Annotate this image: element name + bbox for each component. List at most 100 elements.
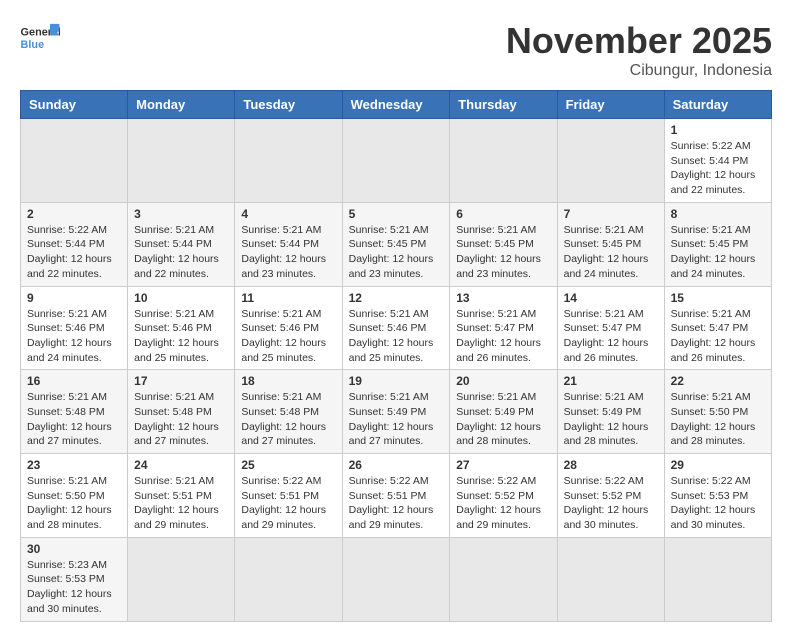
day-number: 12 [349, 291, 444, 305]
calendar-cell: 21Sunrise: 5:21 AM Sunset: 5:49 PM Dayli… [557, 370, 664, 454]
day-number: 25 [241, 458, 335, 472]
calendar-cell: 5 Sunrise: 5:21 AM Sunset: 5:45 PM Daylig… [342, 202, 450, 286]
calendar-cell [342, 119, 450, 203]
calendar-cell [664, 537, 771, 621]
calendar-cell [235, 537, 342, 621]
day-info: Sunrise: 5:23 AM Sunset: 5:53 PM Dayligh… [27, 558, 121, 617]
day-info: Sunrise: 5:21 AM Sunset: 5:49 PM Dayligh… [349, 390, 444, 449]
calendar-cell: 1 Sunrise: 5:22 AM Sunset: 5:44 PM Daylig… [664, 119, 771, 203]
day-info: Sunrise: 5:21 AM Sunset: 5:45 PM Dayligh… [671, 223, 765, 282]
day-info: Sunrise: 5:21 AM Sunset: 5:48 PM Dayligh… [241, 390, 335, 449]
calendar-cell [235, 119, 342, 203]
day-number: 24 [134, 458, 228, 472]
day-info: Sunrise: 5:21 AM Sunset: 5:48 PM Dayligh… [27, 390, 121, 449]
weekday-header-friday: Friday [557, 91, 664, 119]
calendar-cell: 4 Sunrise: 5:21 AM Sunset: 5:44 PM Daylig… [235, 202, 342, 286]
calendar-cell [557, 119, 664, 203]
calendar-cell: 16 Sunrise: 5:21 AM Sunset: 5:48 PM Dayli… [21, 370, 128, 454]
calendar-cell [450, 537, 557, 621]
day-info: Sunrise: 5:21 AM Sunset: 5:47 PM Dayligh… [564, 307, 658, 366]
day-number: 10 [134, 291, 228, 305]
calendar-cell [128, 119, 235, 203]
day-number: 17 [134, 374, 228, 388]
day-info: Sunrise: 5:22 AM Sunset: 5:51 PM Dayligh… [241, 474, 335, 533]
day-info: Sunrise: 5:21 AM Sunset: 5:51 PM Dayligh… [134, 474, 228, 533]
day-info: Sunrise: 5:21 AM Sunset: 5:46 PM Dayligh… [241, 307, 335, 366]
calendar-cell [342, 537, 450, 621]
day-info: Sunrise: 5:21 AM Sunset: 5:50 PM Dayligh… [27, 474, 121, 533]
logo: General Blue [20, 20, 60, 55]
day-number: 28 [564, 458, 658, 472]
logo-icon: General Blue [20, 20, 60, 55]
day-info: Sunrise: 5:21 AM Sunset: 5:50 PM Dayligh… [671, 390, 765, 449]
calendar-week-5: 30 Sunrise: 5:23 AM Sunset: 5:53 PM Dayli… [21, 537, 772, 621]
calendar-cell: 19 Sunrise: 5:21 AM Sunset: 5:49 PM Dayli… [342, 370, 450, 454]
day-info: Sunrise: 5:21 AM Sunset: 5:47 PM Dayligh… [456, 307, 550, 366]
day-number: 30 [27, 542, 121, 556]
day-number: 13 [456, 291, 550, 305]
month-title: November 2025 [506, 20, 772, 62]
day-number: 22 [671, 374, 765, 388]
calendar-cell [128, 537, 235, 621]
day-number: 6 [456, 207, 550, 221]
calendar-cell: 27Sunrise: 5:22 AM Sunset: 5:52 PM Dayli… [450, 454, 557, 538]
calendar-cell: 17 Sunrise: 5:21 AM Sunset: 5:48 PM Dayli… [128, 370, 235, 454]
day-info: Sunrise: 5:21 AM Sunset: 5:47 PM Dayligh… [671, 307, 765, 366]
day-info: Sunrise: 5:22 AM Sunset: 5:44 PM Dayligh… [671, 139, 765, 198]
calendar-cell: 25 Sunrise: 5:22 AM Sunset: 5:51 PM Dayli… [235, 454, 342, 538]
day-number: 21 [564, 374, 658, 388]
day-number: 19 [349, 374, 444, 388]
calendar-cell: 2Sunrise: 5:22 AM Sunset: 5:44 PM Daylig… [21, 202, 128, 286]
day-info: Sunrise: 5:21 AM Sunset: 5:45 PM Dayligh… [564, 223, 658, 282]
calendar-week-2: 9 Sunrise: 5:21 AM Sunset: 5:46 PM Daylig… [21, 286, 772, 370]
day-info: Sunrise: 5:22 AM Sunset: 5:52 PM Dayligh… [456, 474, 550, 533]
calendar-cell: 12Sunrise: 5:21 AM Sunset: 5:46 PM Dayli… [342, 286, 450, 370]
calendar-cell: 28 Sunrise: 5:22 AM Sunset: 5:52 PM Dayli… [557, 454, 664, 538]
day-info: Sunrise: 5:21 AM Sunset: 5:46 PM Dayligh… [27, 307, 121, 366]
calendar-cell: 8 Sunrise: 5:21 AM Sunset: 5:45 PM Daylig… [664, 202, 771, 286]
day-number: 26 [349, 458, 444, 472]
day-info: Sunrise: 5:21 AM Sunset: 5:48 PM Dayligh… [134, 390, 228, 449]
calendar-cell: 11 Sunrise: 5:21 AM Sunset: 5:46 PM Dayli… [235, 286, 342, 370]
day-info: Sunrise: 5:21 AM Sunset: 5:44 PM Dayligh… [241, 223, 335, 282]
calendar-cell: 7 Sunrise: 5:21 AM Sunset: 5:45 PM Daylig… [557, 202, 664, 286]
calendar-cell: 3Sunrise: 5:21 AM Sunset: 5:44 PM Daylig… [128, 202, 235, 286]
weekday-header-sunday: Sunday [21, 91, 128, 119]
weekday-header-saturday: Saturday [664, 91, 771, 119]
day-number: 8 [671, 207, 765, 221]
day-number: 15 [671, 291, 765, 305]
calendar-cell: 9 Sunrise: 5:21 AM Sunset: 5:46 PM Daylig… [21, 286, 128, 370]
weekday-header-monday: Monday [128, 91, 235, 119]
day-number: 4 [241, 207, 335, 221]
day-info: Sunrise: 5:22 AM Sunset: 5:51 PM Dayligh… [349, 474, 444, 533]
calendar-week-3: 16 Sunrise: 5:21 AM Sunset: 5:48 PM Dayli… [21, 370, 772, 454]
day-info: Sunrise: 5:21 AM Sunset: 5:45 PM Dayligh… [349, 223, 444, 282]
location: Cibungur, Indonesia [506, 62, 772, 80]
calendar-cell: 20 Sunrise: 5:21 AM Sunset: 5:49 PM Dayli… [450, 370, 557, 454]
day-number: 29 [671, 458, 765, 472]
day-number: 9 [27, 291, 121, 305]
calendar-cell: 18Sunrise: 5:21 AM Sunset: 5:48 PM Dayli… [235, 370, 342, 454]
weekday-header-tuesday: Tuesday [235, 91, 342, 119]
day-number: 23 [27, 458, 121, 472]
day-number: 2 [27, 207, 121, 221]
calendar-table: SundayMondayTuesdayWednesdayThursdayFrid… [20, 90, 772, 622]
day-number: 5 [349, 207, 444, 221]
day-number: 3 [134, 207, 228, 221]
day-number: 16 [27, 374, 121, 388]
day-number: 11 [241, 291, 335, 305]
day-number: 7 [564, 207, 658, 221]
calendar-cell [21, 119, 128, 203]
day-info: Sunrise: 5:21 AM Sunset: 5:49 PM Dayligh… [456, 390, 550, 449]
calendar-cell [450, 119, 557, 203]
page-header: General Blue November 2025 Cibungur, Ind… [20, 20, 772, 80]
calendar-cell: 15 Sunrise: 5:21 AM Sunset: 5:47 PM Dayli… [664, 286, 771, 370]
day-number: 1 [671, 123, 765, 137]
calendar-week-1: 2Sunrise: 5:22 AM Sunset: 5:44 PM Daylig… [21, 202, 772, 286]
calendar-cell: 22 Sunrise: 5:21 AM Sunset: 5:50 PM Dayli… [664, 370, 771, 454]
day-number: 20 [456, 374, 550, 388]
calendar-cell: 29Sunrise: 5:22 AM Sunset: 5:53 PM Dayli… [664, 454, 771, 538]
day-info: Sunrise: 5:22 AM Sunset: 5:52 PM Dayligh… [564, 474, 658, 533]
calendar-cell [557, 537, 664, 621]
calendar-week-0: 1 Sunrise: 5:22 AM Sunset: 5:44 PM Daylig… [21, 119, 772, 203]
